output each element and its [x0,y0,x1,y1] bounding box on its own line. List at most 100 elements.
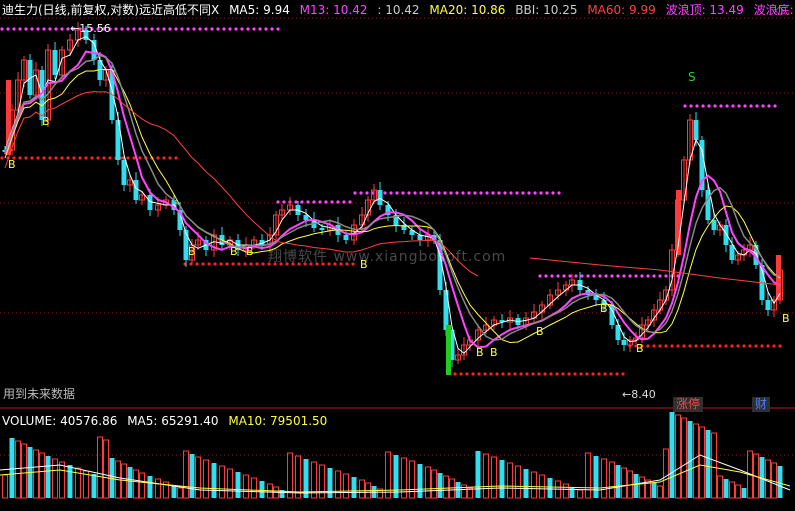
support-dots [30,156,34,160]
volume-bar [227,468,233,499]
wave-top-dots [695,104,699,108]
buy-marker: B [476,346,484,359]
diamond-icon[interactable]: ◇ [775,3,784,17]
wave-top-dots [689,104,693,108]
wave-top-dots [550,274,554,278]
wave-top-dots [557,191,561,195]
wave-top-dots [640,274,644,278]
support-dots [477,372,481,376]
support-dots [688,344,692,348]
wave-top-dots [234,27,238,31]
wave-top-dots [359,191,363,195]
volume-bar [449,478,455,499]
wave-top-dots [210,27,214,31]
volume-bar [639,476,645,499]
volume-bar [633,474,639,498]
wave-top-dots [598,274,602,278]
volume-bar [351,477,357,498]
volume-bar [235,472,241,498]
support-dots [36,156,40,160]
wave-top-dots [48,27,52,31]
support-dots [48,156,52,160]
support-dots [237,262,241,266]
colon-value: : 10.42 [377,3,420,17]
support-dots [0,156,4,160]
wave-top-dots [353,191,357,195]
volume-bar [585,452,591,499]
volume-bar [171,485,177,498]
wave-top-dots [138,27,142,31]
volume-bar [531,471,537,499]
volume-bar [475,451,481,498]
volume-bar [417,464,423,498]
wave-top-dots [761,104,765,108]
wave-top-dots [180,27,184,31]
volume-bar [195,456,201,499]
support-dots [96,156,100,160]
candle-body [729,245,735,260]
buy-marker: B [490,346,498,359]
wave-top-dots [204,27,208,31]
support-dots [207,262,211,266]
support-dots [102,156,106,160]
wave-top-dots [306,200,310,204]
support-dots [213,262,217,266]
support-dots [219,262,223,266]
support-dots [543,372,547,376]
wave-top-dots [622,274,626,278]
wave-top-dots [509,191,513,195]
volume-bar [491,456,497,499]
candle-body [711,220,717,230]
volume-header: VOLUME: 40576.86 MA5: 65291.40 MA10: 795… [2,414,333,428]
support-dots [531,372,535,376]
wave-top-dots [503,191,507,195]
wave-top-dots [551,191,555,195]
support-dots [585,372,589,376]
watermark: 翔博软件 www.xiangbosoft.com [268,249,507,265]
wave-top-dots [725,104,729,108]
wave-top-dots [276,200,280,204]
candle-body [723,225,729,245]
wave-top-dots [767,104,771,108]
support-dots [609,372,613,376]
volume-bar [67,465,73,498]
support-dots [138,156,142,160]
ma60-line [529,257,781,286]
wave-top-dots [156,27,160,31]
wave-top-dots [312,200,316,204]
wave-top-dots [252,27,256,31]
volume-bar [203,459,209,499]
volume-bar [609,461,615,499]
wave-top-dots [473,191,477,195]
support-dots [525,372,529,376]
volume-bar [675,414,681,499]
support-dots [603,372,607,376]
wave-top-dots [395,191,399,195]
wave-top-dots [731,104,735,108]
limit-up-tag[interactable]: 涨停 [673,397,704,412]
limit-up-candle [776,255,781,300]
wave-top-dots [701,104,705,108]
wave-top-dots [497,191,501,195]
volume-bar [9,438,15,498]
volume-bar [699,426,705,499]
wave-top-dots [383,191,387,195]
support-dots [201,262,205,266]
support-dots [694,344,698,348]
vol-ma10-value: MA10: 79501.50 [228,414,328,428]
support-dots [615,372,619,376]
ma5-line [4,36,781,355]
volume-bar [507,462,513,499]
wave-top-dots [12,27,16,31]
wave-top-dots [174,27,178,31]
support-dots [519,372,523,376]
future-data-note: 用到未来数据 [3,387,76,401]
wave-top-dots [479,191,483,195]
finance-tag[interactable]: 财 [752,397,771,412]
wave-top-dots [610,274,614,278]
support-dots [778,344,782,348]
volume-bar [437,473,443,498]
wave-top-value: 波浪顶: 13.49 [665,3,744,17]
support-dots [483,372,487,376]
support-dots [561,372,565,376]
